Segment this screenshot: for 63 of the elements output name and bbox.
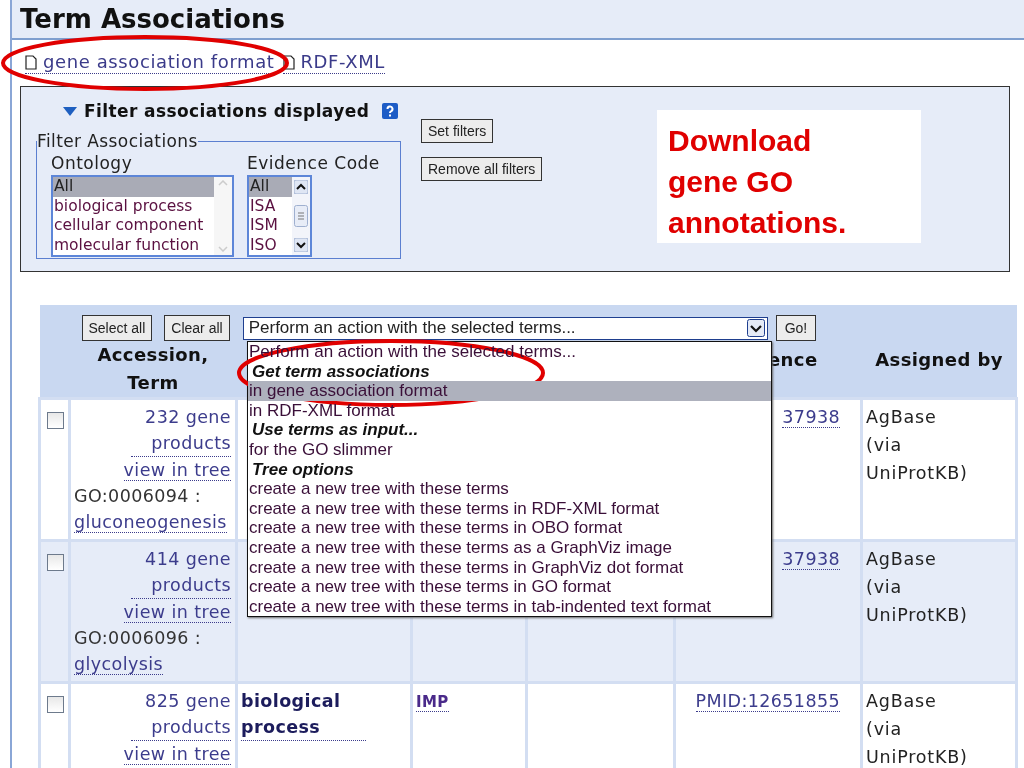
dropdown-option[interactable]: create a new tree with these terms in OBO format bbox=[248, 518, 771, 538]
ontology-listbox[interactable]: All biological process cellular component molecular function bbox=[51, 175, 234, 257]
assigned-by-text: AgBase (via UniProtKB) bbox=[866, 690, 969, 768]
term-name-link[interactable]: glycolysis bbox=[74, 654, 163, 675]
dropdown-option[interactable]: in RDF-XML format bbox=[248, 400, 771, 421]
option-group-label: Use terms as input... bbox=[251, 420, 420, 440]
download-link[interactable]: RDF-XML bbox=[282, 51, 385, 74]
reference-link[interactable]: PMID:12651855 bbox=[695, 691, 840, 712]
evidence-code-link[interactable]: IMP bbox=[416, 693, 449, 712]
reference-link[interactable]: 37938 bbox=[782, 549, 840, 570]
column-header[interactable]: Assigned by bbox=[875, 346, 1003, 374]
document-icon bbox=[282, 54, 295, 70]
go-button[interactable]: Go! bbox=[775, 315, 817, 341]
fieldset-legend: Filter Associations bbox=[37, 131, 198, 151]
column-header[interactable]: Accession, Term bbox=[88, 341, 218, 397]
dropdown-option[interactable]: create a new tree with these terms in GraphViz dot format bbox=[248, 557, 771, 578]
dropdown-option[interactable]: create a new tree with these terms in RDF-XML format bbox=[248, 498, 771, 519]
dropdown-option[interactable]: create a new tree with these terms in tab-indented text format bbox=[248, 596, 771, 617]
assigned-by-text: AgBase (via UniProtKB) bbox=[866, 548, 969, 627]
listbox-option[interactable]: molecular function bbox=[53, 235, 214, 255]
listbox-option[interactable]: ISA bbox=[249, 196, 292, 216]
table-button[interactable]: Select all bbox=[81, 315, 153, 341]
view-in-tree-link[interactable]: view in tree bbox=[123, 602, 231, 623]
dropdown-option[interactable]: for the GO slimmer bbox=[248, 439, 771, 460]
view-in-tree-link[interactable]: view in tree bbox=[123, 460, 231, 481]
reference-link[interactable]: 37938 bbox=[782, 407, 840, 428]
listbox-option[interactable]: cellular component bbox=[53, 216, 214, 236]
dropdown-option[interactable]: in gene association format bbox=[248, 381, 771, 401]
row-checkbox[interactable] bbox=[47, 554, 64, 571]
dropdown-option[interactable]: create a new tree with these terms in GO format bbox=[248, 577, 771, 597]
page-title: Term Associations bbox=[20, 4, 285, 34]
go-id: GO:0006094 : bbox=[74, 486, 202, 506]
term-name-link[interactable]: gluconeogenesis bbox=[74, 512, 227, 533]
action-select[interactable]: Perform an action with the selected terms... bbox=[242, 316, 768, 340]
evidence-code-label: Evidence Code bbox=[247, 152, 380, 175]
annotation-text: Download gene GO annotations. bbox=[668, 123, 848, 241]
scroll-thumb-icon[interactable] bbox=[294, 205, 308, 227]
scrollbar[interactable] bbox=[292, 177, 310, 255]
help-icon[interactable] bbox=[382, 103, 399, 119]
option-group-label: Get term associations bbox=[251, 361, 431, 382]
document-icon bbox=[25, 54, 37, 70]
ontology-label: Ontology bbox=[51, 152, 134, 175]
filter-button[interactable]: Remove all filters bbox=[421, 157, 543, 181]
option-group-label: Tree options bbox=[251, 459, 355, 480]
listbox-option[interactable]: ISM bbox=[249, 216, 292, 236]
expanded-triangle-icon[interactable] bbox=[63, 106, 77, 116]
view-in-tree-link[interactable]: view in tree bbox=[123, 744, 231, 765]
up-arrow-icon[interactable] bbox=[294, 180, 308, 194]
filter-button[interactable]: Set filters bbox=[421, 119, 494, 143]
down-arrow-icon[interactable] bbox=[294, 238, 308, 252]
row-checkbox[interactable] bbox=[47, 412, 64, 429]
assigned-by-text: AgBase (via UniProtKB) bbox=[866, 406, 969, 485]
listbox-option[interactable]: All bbox=[249, 177, 292, 197]
filter-title: Filter associations displayed bbox=[84, 101, 370, 121]
listbox-option[interactable]: All bbox=[53, 177, 214, 197]
table-button[interactable]: Clear all bbox=[164, 315, 230, 341]
dropdown-option[interactable]: create a new tree with these terms bbox=[248, 479, 771, 499]
go-id: GO:0006096 : bbox=[74, 628, 202, 648]
dropdown-option[interactable]: create a new tree with these terms as a GraphViz image bbox=[248, 537, 771, 558]
evidence-code-listbox[interactable]: All ISA ISM ISO bbox=[247, 175, 312, 257]
row-checkbox[interactable] bbox=[47, 696, 64, 713]
listbox-option[interactable]: ISO bbox=[249, 235, 292, 255]
listbox-option[interactable]: biological process bbox=[53, 196, 214, 216]
